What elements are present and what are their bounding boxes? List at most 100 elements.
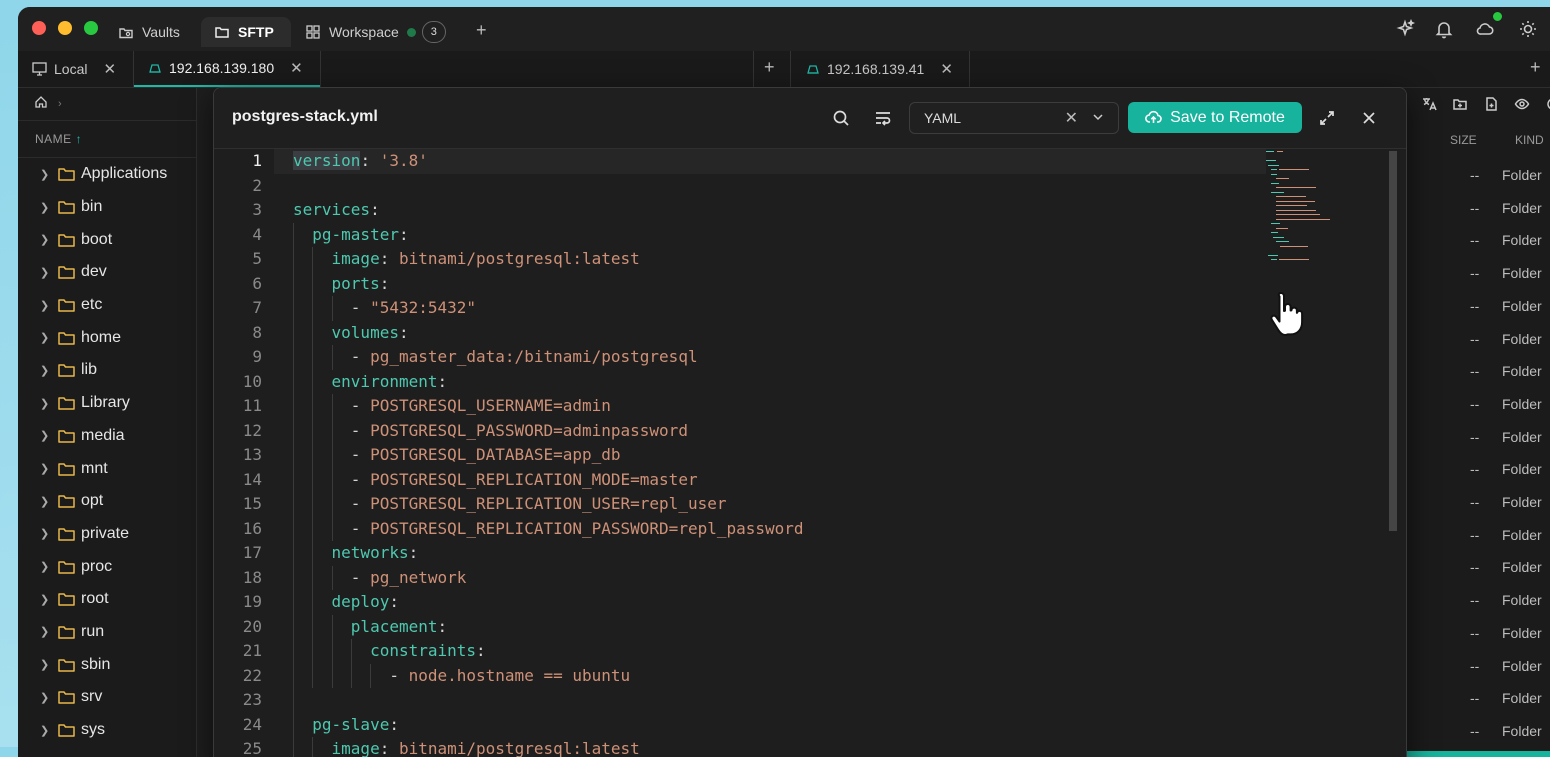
kind-cell: Folder (1502, 297, 1542, 314)
new-session-plus-icon-right[interactable]: + (1530, 57, 1541, 78)
code-minimap[interactable] (1266, 151, 1341, 281)
chevron-right-icon[interactable]: ❯ (40, 299, 54, 312)
folder-row[interactable]: ❯ mnt (18, 452, 196, 485)
bell-icon[interactable] (1434, 19, 1454, 39)
clear-icon[interactable]: ✕ (1065, 108, 1078, 128)
folder-icon (58, 167, 75, 182)
app-window: Vaults SFTP Workspace 3 + Local ✕ 192.16… (18, 7, 1550, 757)
chevron-right-icon[interactable]: ❯ (40, 560, 54, 573)
close-tab-icon[interactable]: ✕ (940, 60, 953, 78)
new-tab-plus-icon[interactable]: + (476, 20, 487, 41)
folder-row[interactable]: ❯ media (18, 420, 196, 453)
tab-remote-41[interactable]: 192.168.139.41 ✕ (806, 51, 953, 87)
cloud-icon[interactable] (1475, 19, 1495, 39)
size-cell: -- (1470, 297, 1480, 314)
folder-row[interactable]: ❯ opt (18, 485, 196, 518)
cloud-upload-icon (1145, 110, 1162, 123)
folder-row[interactable]: ❯ boot (18, 223, 196, 256)
folder-row[interactable]: ❯ bin (18, 191, 196, 224)
chevron-right-icon[interactable]: ❯ (40, 168, 54, 181)
sparkle-icon[interactable] (1396, 19, 1416, 39)
chevron-right-icon[interactable]: ❯ (40, 527, 54, 540)
yaml-value: bitnami/postgresql:latest (398, 249, 640, 268)
zoom-window-button[interactable] (84, 21, 98, 35)
line-number: 18 (242, 567, 262, 587)
close-icon[interactable] (1359, 108, 1379, 128)
search-icon[interactable] (831, 108, 851, 128)
sun-icon[interactable] (1518, 19, 1538, 39)
chevron-right-icon[interactable]: ❯ (40, 462, 54, 475)
chevron-right-icon[interactable]: ❯ (40, 625, 54, 638)
minimize-window-button[interactable] (58, 21, 72, 35)
chevron-right-icon[interactable]: ❯ (40, 593, 54, 606)
chevron-right-icon[interactable]: ❯ (40, 658, 54, 671)
code-line: 2 (214, 174, 1314, 199)
chevron-right-icon[interactable]: ❯ (40, 429, 54, 442)
yaml-key: version (293, 151, 361, 170)
kind-cell: Folder (1502, 330, 1542, 347)
chevron-right-icon[interactable]: ❯ (40, 266, 54, 279)
line-number: 21 (242, 641, 262, 660)
close-tab-icon[interactable]: ✕ (103, 60, 116, 78)
code-line: 20 placement: (214, 615, 1314, 640)
column-header-size[interactable]: SIZE (1450, 122, 1477, 158)
refresh-icon[interactable] (1543, 94, 1550, 114)
chevron-right-icon[interactable]: ❯ (40, 495, 54, 508)
chevron-right-icon[interactable]: ❯ (40, 397, 54, 410)
chevron-right-icon[interactable]: ❯ (40, 331, 54, 344)
new-file-icon[interactable] (1481, 94, 1501, 114)
new-session-plus-icon[interactable]: + (764, 57, 775, 78)
home-icon[interactable] (34, 95, 48, 114)
folder-row[interactable]: ❯ root (18, 583, 196, 616)
folder-name: run (81, 622, 105, 640)
eye-icon[interactable] (1512, 94, 1532, 114)
close-tab-icon[interactable]: ✕ (290, 59, 303, 77)
folder-row[interactable]: ❯ sbin (18, 648, 196, 681)
tab-sftp[interactable]: SFTP (201, 17, 291, 47)
translate-icon[interactable] (1419, 94, 1439, 114)
folder-icon (58, 265, 75, 280)
status-dot (406, 27, 416, 37)
folder-name: sys (81, 721, 105, 739)
folder-row[interactable]: ❯ proc (18, 550, 196, 583)
chevron-right-icon[interactable]: ❯ (40, 233, 54, 246)
save-to-remote-button[interactable]: Save to Remote (1128, 102, 1302, 133)
code-line: 23 (214, 688, 1314, 713)
tab-remote-180[interactable]: 192.168.139.180 ✕ (134, 51, 320, 87)
column-header-name[interactable]: NAME ↑ (18, 121, 196, 158)
tab-vaults[interactable]: Vaults (118, 17, 180, 47)
code-line: 18 - pg_network (214, 566, 1314, 591)
column-header-kind[interactable]: KIND (1515, 122, 1544, 158)
word-wrap-icon[interactable] (873, 108, 893, 128)
folder-name: srv (81, 688, 103, 706)
folder-name: Library (81, 394, 130, 412)
folder-row[interactable]: ❯ Applications (18, 158, 196, 191)
close-window-button[interactable] (32, 21, 46, 35)
folder-row[interactable]: ❯ etc (18, 289, 196, 322)
folder-icon (214, 24, 230, 40)
tab-workspace[interactable]: Workspace 3 (305, 17, 446, 47)
folder-row[interactable]: ❯ dev (18, 256, 196, 289)
chevron-right-icon[interactable]: ❯ (40, 724, 54, 737)
size-cell: -- (1470, 494, 1480, 510)
chevron-right-icon[interactable]: ❯ (40, 364, 54, 377)
folder-row[interactable]: ❯ sys (18, 714, 196, 747)
chevron-right-icon[interactable]: ❯ (40, 201, 54, 214)
folder-row[interactable]: ❯ Library (18, 387, 196, 420)
folder-row[interactable]: ❯ lib (18, 354, 196, 387)
folder-name: lib (81, 361, 98, 379)
language-select[interactable]: YAML ✕ (909, 102, 1119, 134)
folder-row[interactable]: ❯ private (18, 518, 196, 551)
size-cell: -- (1470, 592, 1480, 609)
folder-row[interactable]: ❯ run (18, 616, 196, 649)
chevron-right-icon[interactable]: ❯ (40, 691, 54, 704)
code-editor[interactable]: 1 version: '3.8' 2 3 services: 4 pg-master: 5 … (214, 149, 1406, 757)
new-folder-icon[interactable] (1450, 94, 1470, 114)
folder-row[interactable]: ❯ home (18, 321, 196, 354)
tab-remote-180-label: 192.168.139.180 (169, 60, 275, 76)
expand-icon[interactable] (1317, 108, 1337, 128)
folder-row[interactable]: ❯ srv (18, 681, 196, 714)
tab-local[interactable]: Local ✕ (32, 51, 116, 87)
folder-name: private (81, 524, 130, 542)
editor-scrollbar[interactable] (1389, 151, 1397, 531)
